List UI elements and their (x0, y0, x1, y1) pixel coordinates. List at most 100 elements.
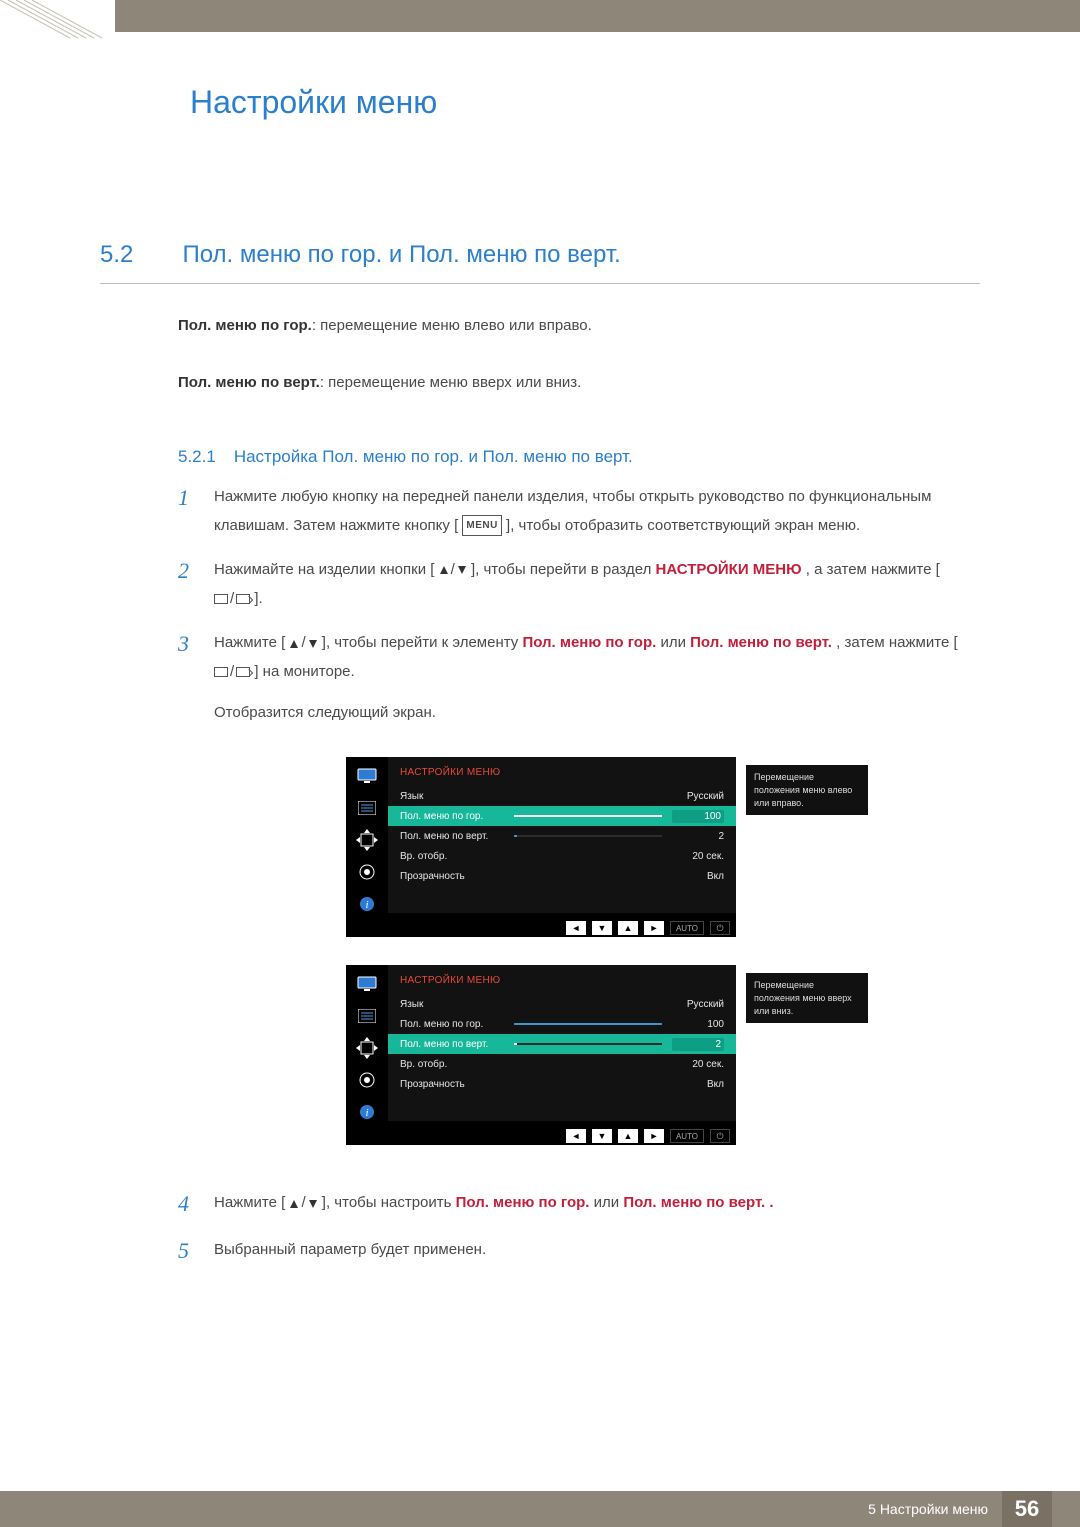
monitor-icon (356, 767, 378, 785)
osd-controls: ◄ ▼ ▲ ► AUTO ⏻ (346, 917, 736, 937)
osd-sidebar: i (346, 965, 388, 1121)
step-text: Нажмите любую кнопку на передней панели … (214, 483, 980, 540)
gear-icon (356, 863, 378, 881)
step-number: 2 (178, 556, 214, 613)
enter-icons: / (214, 585, 250, 614)
up-down-icons: / (439, 556, 467, 585)
step-number: 3 (178, 629, 214, 727)
enter-icons: / (214, 658, 250, 687)
power-icon: ⏻ (710, 921, 730, 935)
item-hpos: Пол. меню по гор. (456, 1195, 590, 1212)
val: Вкл (672, 1079, 724, 1090)
lbl: Пол. меню по верт. (400, 831, 510, 842)
osd-description: Перемещение положения меню влево или впр… (746, 765, 868, 815)
step-4: 4 Нажмите [ / ], чтобы настроить Пол. ме… (178, 1189, 980, 1220)
txt: или (594, 1195, 624, 1212)
lbl: Пол. меню по гор. (400, 1019, 510, 1030)
osd-row-vpos-selected: Пол. меню по верт. 2 (388, 1034, 736, 1054)
osd-description: Перемещение положения меню вверх или вни… (746, 973, 868, 1023)
txt: ], чтобы настроить (322, 1195, 456, 1212)
left-arrow-icon: ◄ (566, 1129, 586, 1143)
lbl: Прозрачность (400, 871, 510, 882)
val: Русский (672, 791, 724, 802)
val: Русский (672, 999, 724, 1010)
txt: , затем нажмите [ (836, 635, 957, 652)
osd-screenshot-1: i НАСТРОЙКИ МЕНЮ ЯзыкРусский Пол. меню п… (346, 757, 736, 965)
osd-screenshot-2: i НАСТРОЙКИ МЕНЮ ЯзыкРусский Пол. меню п… (346, 965, 736, 1173)
txt: ], чтобы отобразить соответствующий экра… (506, 517, 860, 534)
osd-row-vpos: Пол. меню по верт. 2 (388, 826, 736, 846)
subsection-number: 5.2.1 (178, 447, 216, 467)
txt: Нажмите [ (214, 1195, 285, 1212)
step-5: 5 Выбранный параметр будет применен. (178, 1236, 980, 1267)
item-vpos: Пол. меню по верт. (623, 1195, 765, 1212)
step-number: 5 (178, 1236, 214, 1267)
txt: ], чтобы перейти к элементу (322, 635, 523, 652)
up-down-icons: / (289, 629, 317, 658)
page-number: 56 (1002, 1491, 1052, 1527)
lbl: Вр. отобр. (400, 851, 510, 862)
up-down-icons: / (289, 1189, 317, 1218)
lbl: Пол. меню по гор. (400, 811, 510, 822)
step-number: 1 (178, 483, 214, 540)
lbl: Прозрачность (400, 1079, 510, 1090)
svg-text:i: i (365, 899, 368, 911)
down-arrow-icon: ▼ (592, 1129, 612, 1143)
val: 100 (672, 810, 724, 823)
step-2: 2 Нажимайте на изделии кнопки [ / ], что… (178, 556, 980, 613)
auto-button: AUTO (670, 921, 704, 935)
item-hpos: Пол. меню по гор. (522, 635, 656, 652)
lbl: Язык (400, 791, 510, 802)
right-arrow-icon: ► (644, 1129, 664, 1143)
up-arrow-icon: ▲ (618, 921, 638, 935)
val: 2 (672, 831, 724, 842)
gear-icon (356, 1071, 378, 1089)
val: Вкл (672, 871, 724, 882)
txt: или (660, 635, 690, 652)
corner-decoration (0, 0, 120, 40)
val: 20 сек. (672, 1059, 724, 1070)
def2-text: : перемещение меню вверх или вниз. (320, 374, 582, 391)
val: 20 сек. (672, 851, 724, 862)
page-footer: 5 Настройки меню 56 (0, 1491, 1080, 1527)
info-icon: i (356, 1103, 378, 1121)
lbl: Пол. меню по верт. (400, 1039, 510, 1050)
down-arrow-icon: ▼ (592, 921, 612, 935)
step-text: Нажимайте на изделии кнопки [ / ], чтобы… (214, 556, 980, 613)
val: 2 (672, 1038, 724, 1051)
section-title: Пол. меню по гор. и Пол. меню по верт. (182, 241, 620, 269)
list-icon (356, 1007, 378, 1025)
subsection-title: Настройка Пол. меню по гор. и Пол. меню … (234, 447, 633, 467)
info-icon: i (356, 895, 378, 913)
def1-label: Пол. меню по гор. (178, 317, 312, 334)
osd-row-time: Вр. отобр.20 сек. (388, 1054, 736, 1074)
position-icon (356, 831, 378, 849)
step-text: Выбранный параметр будет применен. (214, 1236, 980, 1267)
def1-text: : перемещение меню влево или вправо. (312, 317, 592, 334)
step-1: 1 Нажмите любую кнопку на передней панел… (178, 483, 980, 540)
txt: ], чтобы перейти в раздел (471, 561, 656, 578)
monitor-icon (356, 975, 378, 993)
power-icon: ⏻ (710, 1129, 730, 1143)
screen-follows: Отобразится следующий экран. (214, 699, 980, 728)
osd-sidebar: i (346, 757, 388, 913)
up-arrow-icon: ▲ (618, 1129, 638, 1143)
txt: ] на мониторе. (254, 663, 354, 680)
menu-button-label: MENU (462, 515, 501, 536)
osd-row-lang: ЯзыкРусский (388, 994, 736, 1014)
osd-row-hpos: Пол. меню по гор. 100 (388, 1014, 736, 1034)
osd-row-transp: Прозрачность Вкл (388, 1074, 736, 1094)
def2-label: Пол. меню по верт. (178, 374, 320, 391)
osd-row-transp: Прозрачность Вкл (388, 866, 736, 886)
txt: , а затем нажмите [ (806, 561, 940, 578)
footer-chapter-label: 5 Настройки меню (868, 1501, 988, 1517)
section-divider (100, 283, 980, 284)
osd-row-lang: Язык Русский (388, 786, 736, 806)
osd-header: НАСТРОЙКИ МЕНЮ (388, 975, 736, 994)
section-number: 5.2 (100, 241, 178, 269)
svg-text:i: i (365, 1107, 368, 1119)
step-3: 3 Нажмите [ / ], чтобы перейти к элемент… (178, 629, 980, 727)
header-bar (115, 0, 1080, 32)
val: 100 (672, 1019, 724, 1030)
osd-row-time: Вр. отобр. 20 сек. (388, 846, 736, 866)
